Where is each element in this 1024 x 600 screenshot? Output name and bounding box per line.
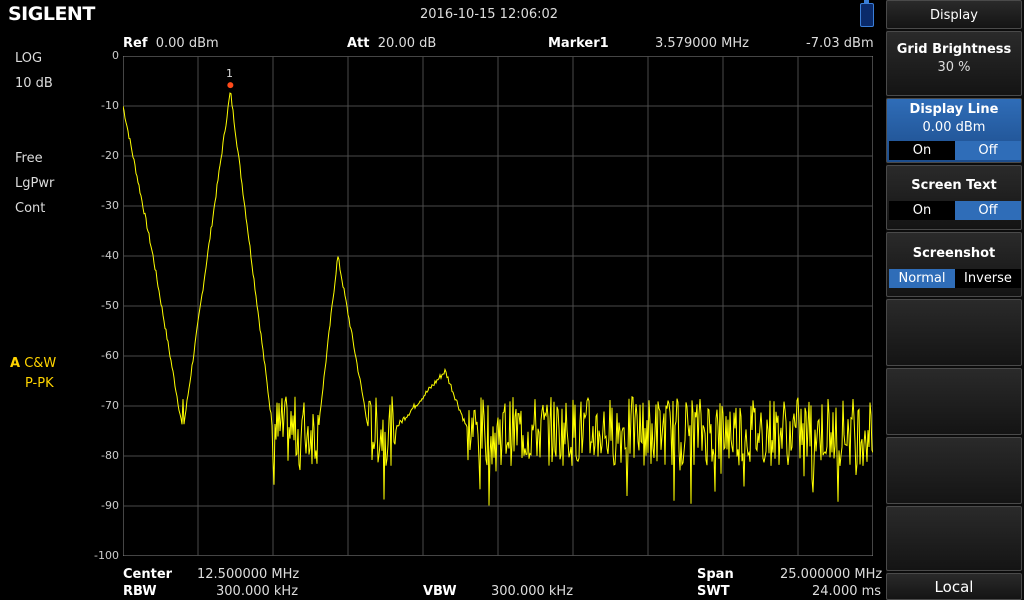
y-tick-label: 0 [112,49,119,62]
siglent-logo: SIGLENT [8,3,95,25]
swt-value[interactable]: 24.000 ms [812,584,881,599]
grid-brightness-key[interactable]: Grid Brightness 30 % [886,31,1022,96]
ref-label: Ref [123,36,148,51]
trace-letter: A [10,356,21,371]
sweep-mode: Cont [15,201,46,216]
trace-mode: C&W [24,356,57,371]
trace-status: A C&W [10,356,56,371]
attenuation[interactable]: Att 20.00 dB [347,36,436,51]
datetime: 2016-10-15 12:06:02 [420,7,559,22]
ref-level[interactable]: Ref 0.00 dBm [123,36,219,51]
softkey-empty-4[interactable] [886,506,1022,571]
marker-1-label: 1 [226,67,233,80]
display-line-on[interactable]: On [889,141,955,160]
screenshot-normal[interactable]: Normal [889,269,955,288]
softkey-empty-2[interactable] [886,368,1022,435]
y-tick-label: -40 [101,249,119,262]
average-type: LgPwr [15,176,55,191]
display-line-key[interactable]: Display Line 0.00 dBm On Off [886,98,1022,163]
span-value[interactable]: 25.000000 MHz [780,567,882,582]
y-tick-label: -80 [101,449,119,462]
menu-title: Display [886,0,1022,29]
screen-text-toggle[interactable]: On Off [889,201,1021,220]
y-tick-label: -50 [101,299,119,312]
screen-text-off[interactable]: Off [955,201,1021,220]
display-line-off[interactable]: Off [955,141,1021,160]
rbw-value[interactable]: 300.000 kHz [216,584,298,599]
att-label: Att [347,36,370,51]
usb-icon [860,0,874,27]
screen-text-label: Screen Text [911,178,997,193]
screenshot-toggle[interactable]: Normal Inverse [889,269,1021,288]
y-tick-label: -90 [101,499,119,512]
y-tick-label: -10 [101,99,119,112]
y-tick-label: -70 [101,399,119,412]
screenshot-label: Screenshot [912,246,996,261]
softkey-empty-3[interactable] [886,437,1022,504]
marker-label: Marker1 [548,36,609,51]
screenshot-key[interactable]: Screenshot Normal Inverse [886,232,1022,297]
center-value[interactable]: 12.500000 MHz [197,567,299,582]
center-label: Center [123,567,173,582]
vbw-value[interactable]: 300.000 kHz [491,584,573,599]
y-tick-label: -60 [101,349,119,362]
screen-text-key[interactable]: Screen Text On Off [886,165,1022,230]
y-tick-label: -100 [94,549,119,562]
grid-brightness-label: Grid Brightness [896,42,1012,57]
marker-1-dot [227,82,234,89]
softkey-empty-1[interactable] [886,299,1022,366]
span-label: Span [697,567,734,582]
display-line-label: Display Line [909,102,999,117]
softkey-panel: Display Grid Brightness 30 % Display Lin… [886,0,1024,600]
marker-frequency: 3.579000 MHz [655,36,749,51]
screenshot-inverse[interactable]: Inverse [955,269,1021,288]
local-key[interactable]: Local [886,573,1022,600]
swt-label: SWT [697,584,730,599]
marker-level: -7.03 dBm [806,36,874,51]
y-tick-label: -30 [101,199,119,212]
vbw-label: VBW [423,584,457,599]
sweep-free: Free [15,151,43,166]
display-line-value: 0.00 dBm [922,120,986,135]
ref-value: 0.00 dBm [155,36,219,51]
grid-brightness-value: 30 % [937,60,971,75]
display-line-toggle[interactable]: On Off [889,141,1021,160]
local-label: Local [934,578,974,596]
detector-mode: P-PK [25,376,54,391]
scale-type: LOG [15,51,43,66]
screen-text-on[interactable]: On [889,201,955,220]
y-tick-label: -20 [101,149,119,162]
scale-div: 10 dB [15,76,53,91]
spectrum-plot[interactable] [123,56,873,556]
att-value: 20.00 dB [377,36,437,51]
rbw-label: RBW [123,584,157,599]
